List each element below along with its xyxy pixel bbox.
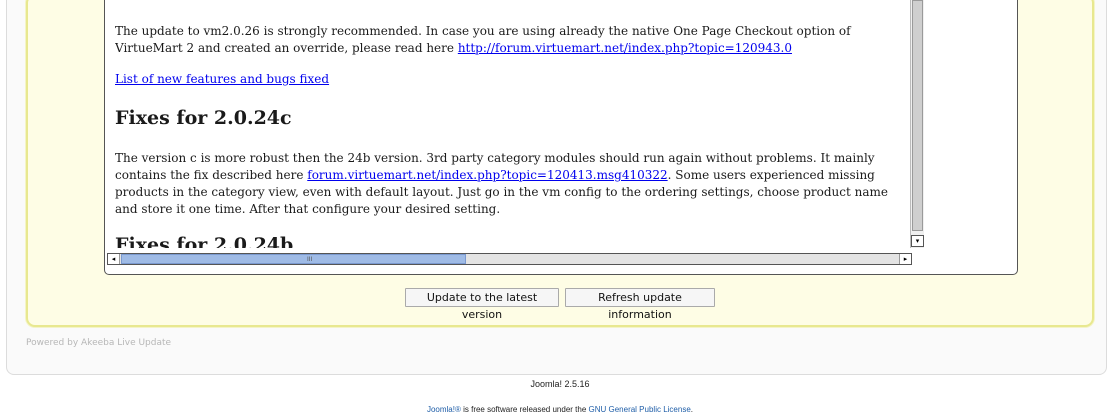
vertical-scroll-thumb[interactable] bbox=[912, 0, 923, 231]
fixes-c-forum-link[interactable]: forum.virtuemart.net/index.php?topic=120… bbox=[307, 168, 667, 182]
scroll-left-arrow-icon[interactable]: ◂ bbox=[108, 254, 120, 264]
release-notes-frame: The update to vm2.0.26 is strongly recom… bbox=[104, 0, 1018, 275]
horizontal-scrollbar[interactable]: ◂ III ▸ bbox=[107, 253, 912, 265]
intro-paragraph: The update to vm2.0.26 is strongly recom… bbox=[115, 23, 905, 57]
fixes-c-paragraph: The version c is more robust then the 24… bbox=[115, 150, 910, 218]
heading-fixes-b: Fixes for 2.0.24b bbox=[115, 234, 294, 248]
license-notice: Joomla!® is free software released under… bbox=[0, 405, 1107, 414]
gpl-license-link[interactable]: GNU General Public License bbox=[589, 405, 691, 414]
scroll-grip-icon: III bbox=[307, 256, 313, 263]
joomla-version: Joomla! 2.5.16 bbox=[530, 379, 590, 389]
scroll-right-arrow-icon[interactable]: ▸ bbox=[899, 254, 911, 264]
license-period: . bbox=[690, 405, 694, 414]
joomla-brand-link[interactable]: Joomla!® bbox=[427, 405, 461, 414]
refresh-button[interactable]: Refresh update information bbox=[565, 288, 715, 321]
intro-forum-link[interactable]: http://forum.virtuemart.net/index.php?to… bbox=[458, 41, 792, 55]
vertical-scrollbar[interactable]: ▾ bbox=[910, 0, 924, 248]
update-button[interactable]: Update to the latest version bbox=[405, 288, 559, 321]
features-paragraph: List of new features and bugs fixed bbox=[115, 71, 329, 88]
horizontal-scroll-thumb[interactable]: III bbox=[121, 254, 466, 264]
release-notes-content: The update to vm2.0.26 is strongly recom… bbox=[115, 0, 910, 248]
license-text: is free software released under the bbox=[460, 405, 589, 414]
powered-by-text: Powered by Akeeba Live Update bbox=[26, 338, 172, 348]
features-link[interactable]: List of new features and bugs fixed bbox=[115, 72, 329, 86]
scroll-down-arrow-icon[interactable]: ▾ bbox=[911, 235, 924, 247]
heading-fixes-c: Fixes for 2.0.24c bbox=[115, 107, 292, 129]
